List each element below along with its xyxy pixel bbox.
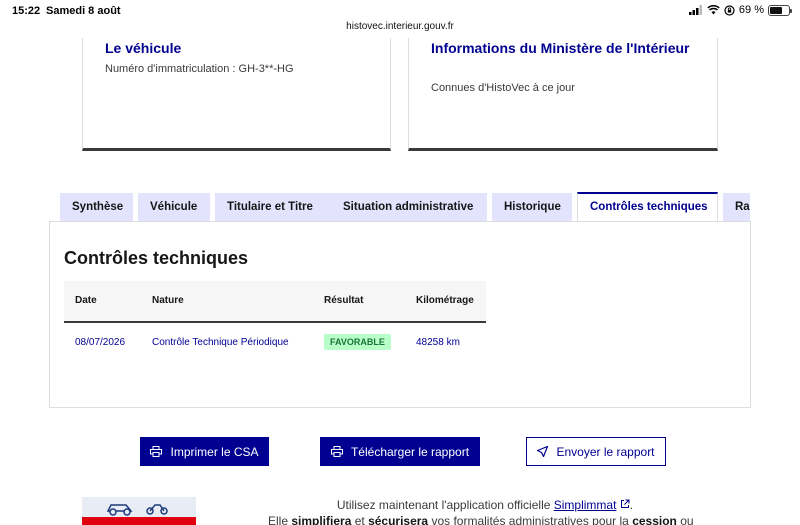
send-report-label: Envoyer le rapport [556,444,655,459]
download-report-button[interactable]: Télécharger le rapport [320,437,480,466]
ministry-card-subtitle: Connues d'HistoVec à ce jour [431,82,575,94]
tab-synthese[interactable]: Synthèse [60,193,133,222]
tab-panel: Contrôles techniques Date Nature Résulta… [49,221,751,408]
promo-text: Utilisez maintenant l'application offici… [336,498,554,512]
column-result: Résultat [324,295,364,306]
tab-situation-administrative[interactable]: Situation administrative [331,193,487,222]
printer-icon [330,446,343,457]
table-row: 08/07/2026 Contrôle Technique Périodique… [64,323,486,363]
vehicle-card: Le véhicule Numéro d'immatriculation : G… [82,38,391,151]
printer-icon [150,446,163,457]
table-header: Date Nature Résultat Kilométrage [64,281,486,323]
tab-vehicule[interactable]: Véhicule [138,193,210,222]
promo-emphasis: sécurisera [368,514,429,525]
tab-rapport[interactable]: Rap [723,193,750,222]
column-nature: Nature [152,295,184,306]
ministry-card: Informations du Ministère de l'Intérieur… [408,38,718,151]
promo-emphasis: simplifiera [291,514,352,525]
print-csa-label: Imprimer le CSA [170,444,259,459]
promo-text: et [351,514,369,525]
status-indicators: 69 % [688,4,792,16]
promo-text: Elle [268,514,292,525]
column-mileage: Kilométrage [416,295,474,306]
tab-controles-techniques[interactable]: Contrôles techniques [577,192,718,222]
logo-red-band [82,517,196,525]
address-bar[interactable]: histovec.interieur.gouv.fr [0,21,800,32]
battery-level [770,6,783,14]
vehicle-card-title: Le véhicule [105,40,182,56]
print-csa-button[interactable]: Imprimer le CSA [140,437,269,466]
battery-percent: 69 % [738,4,764,16]
status-bar: 15:22 Samedi 8 août histovec.interieur.g… [0,0,800,40]
tab-bar: Synthèse Véhicule Titulaire et Titre Sit… [60,192,750,222]
ministry-card-title: Informations du Ministère de l'Intérieur [431,40,690,56]
inspection-nature: Contrôle Technique Périodique [152,337,289,348]
simplimmat-link[interactable]: Simplimmat [554,498,617,512]
wifi-icon [707,5,720,15]
registration-number: Numéro d'immatriculation : GH-3**-HG [105,63,294,75]
orientation-lock-icon [724,4,735,16]
signal-icon [688,5,703,15]
inspection-mileage: 48258 km [416,337,460,348]
promo-line-1: Utilisez maintenant l'application offici… [0,498,800,512]
send-icon [537,446,549,457]
promo-text: ou [676,514,694,525]
result-badge: FAVORABLE [324,334,391,350]
promo-line-2: Elle simplifiera et sécurisera vos forma… [268,514,694,525]
external-link-icon [620,498,630,512]
send-report-button[interactable]: Envoyer le rapport [526,437,666,466]
battery-icon [768,4,792,16]
status-date: Samedi 8 août [46,5,121,17]
download-report-label: Télécharger le rapport [350,444,470,459]
column-date: Date [75,295,97,306]
status-time: 15:22 [12,5,41,17]
panel-title: Contrôles techniques [64,248,249,268]
inspection-date: 08/07/2026 [75,337,126,348]
inspections-table: Date Nature Résultat Kilométrage 08/07/2… [64,281,486,363]
promo-text: vos formalités administratives pour la [428,514,633,525]
promo-emphasis: cession [632,514,677,525]
tab-historique[interactable]: Historique [492,193,572,222]
promo-period: . [629,498,634,512]
